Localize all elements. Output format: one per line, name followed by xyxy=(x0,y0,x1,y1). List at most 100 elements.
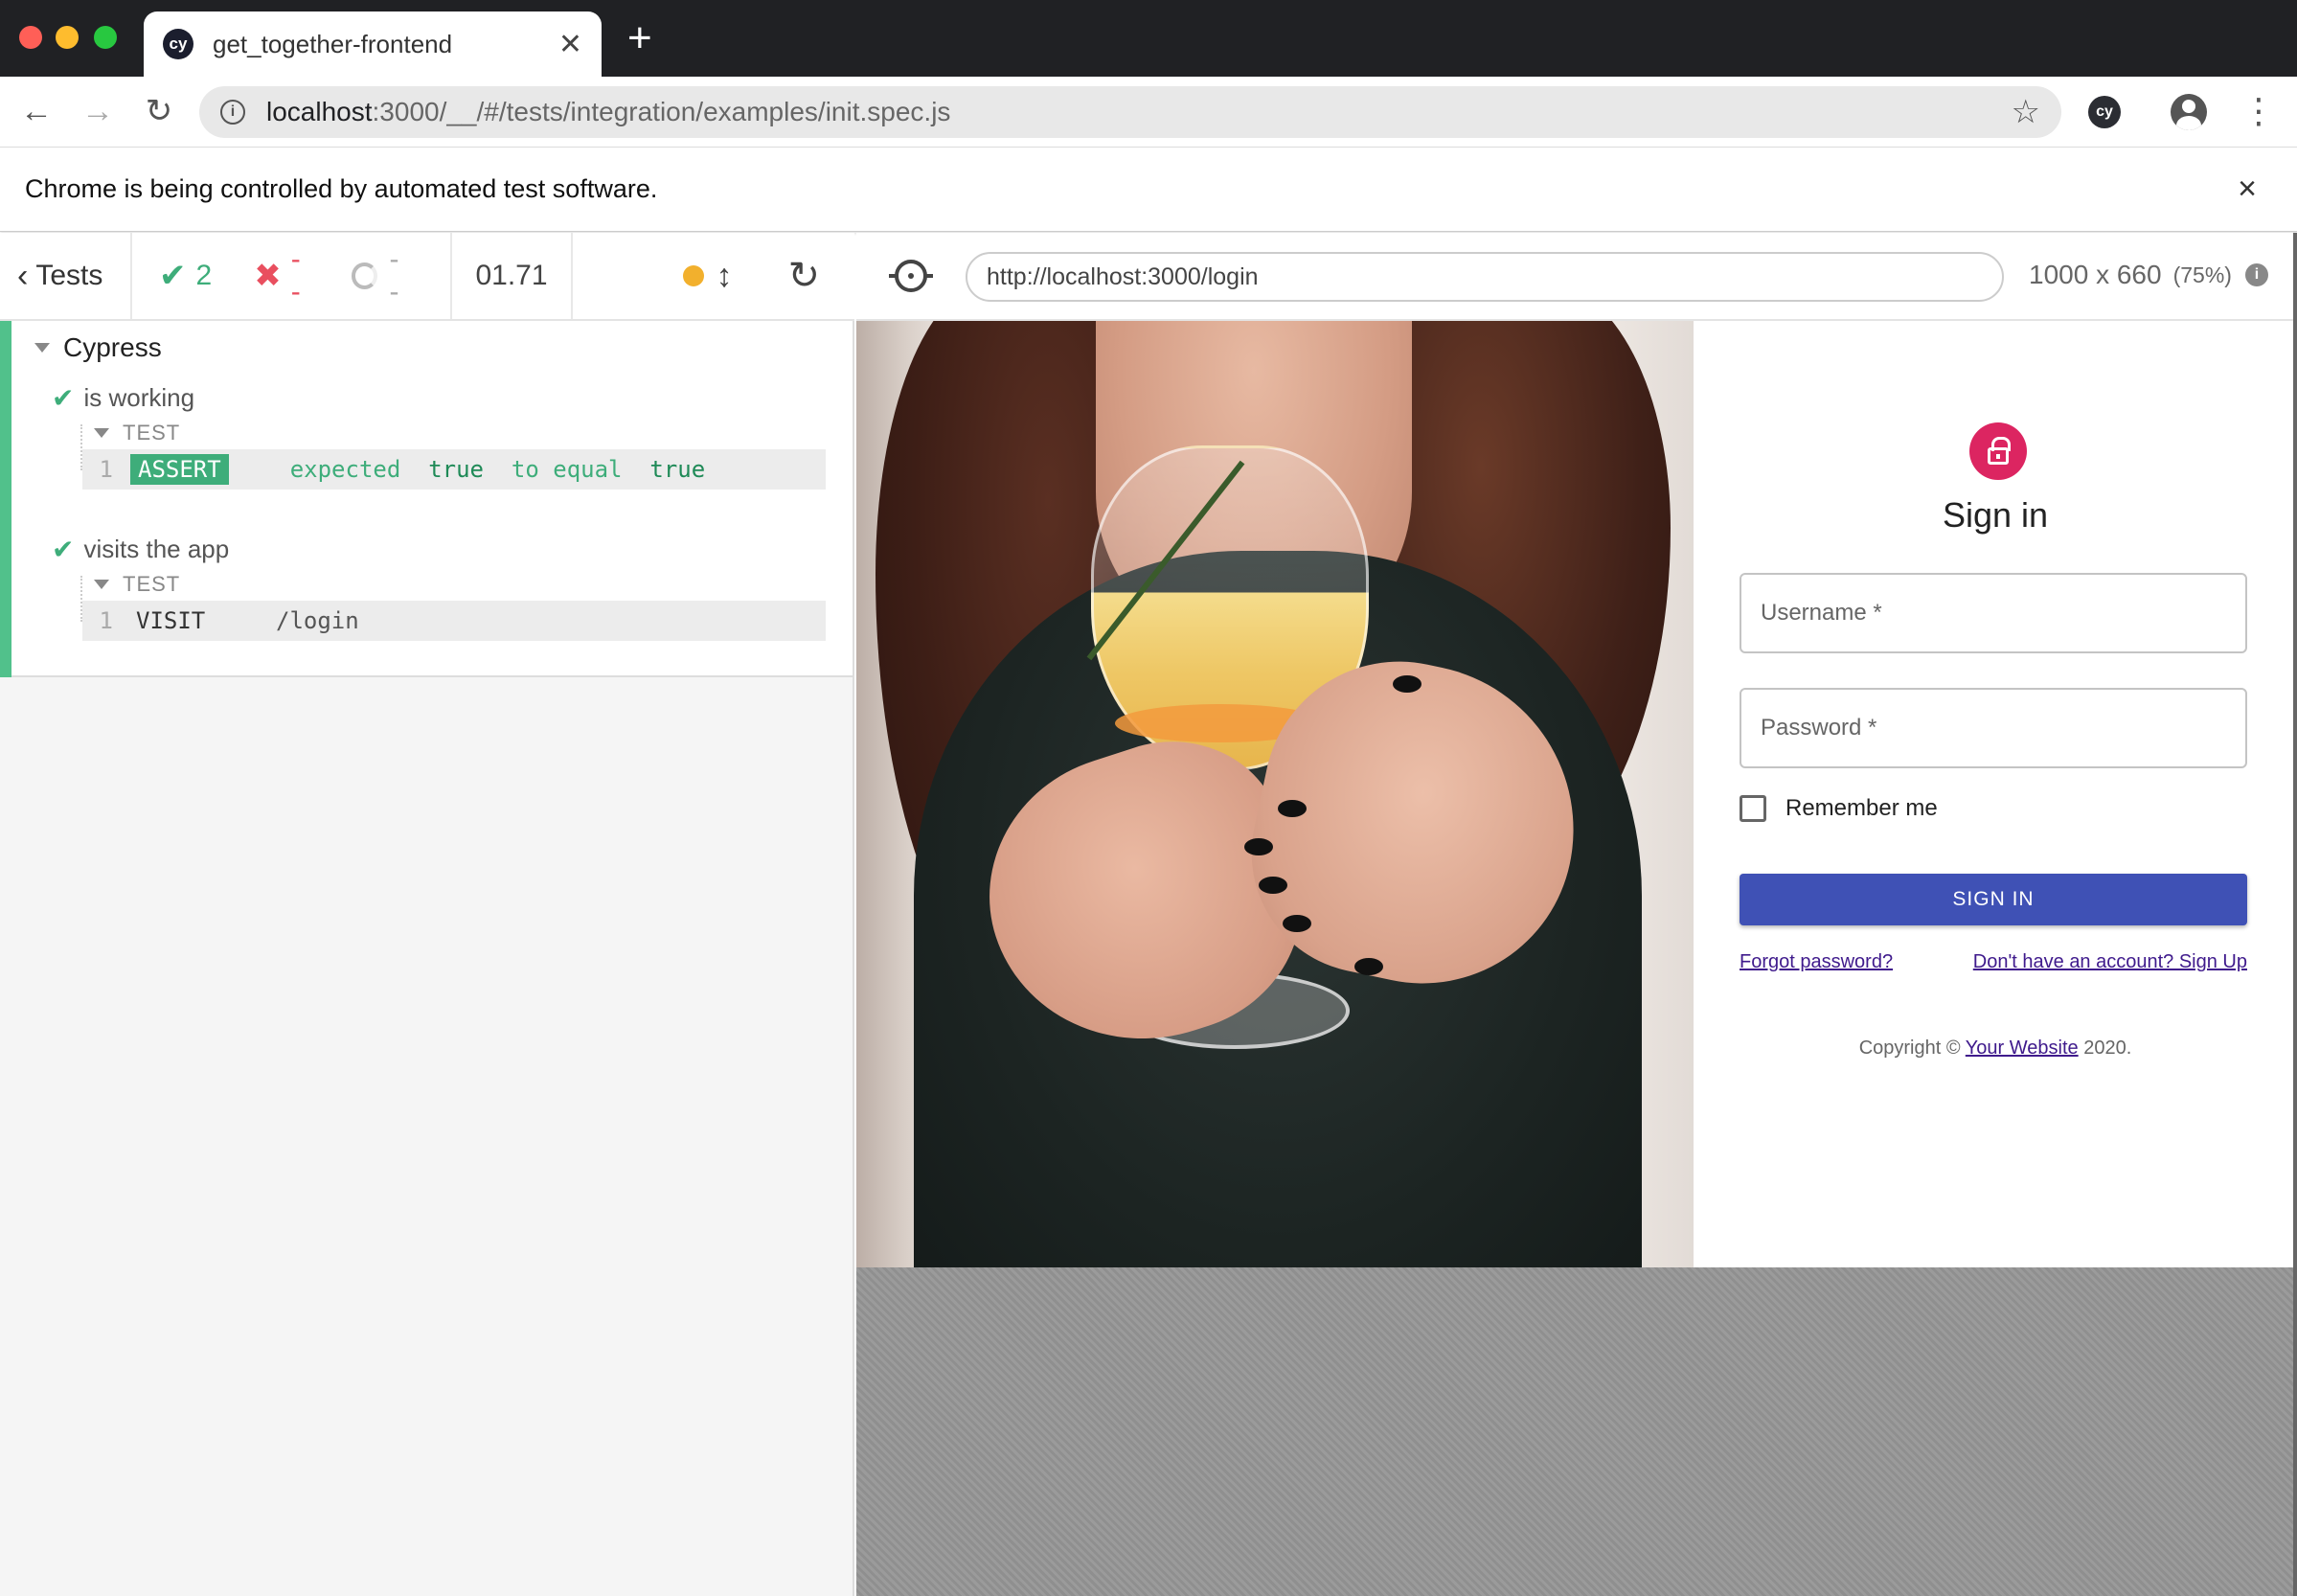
stats: ✔ 2 ✖ -- -- xyxy=(132,233,452,319)
signup-link[interactable]: Don't have an account? Sign Up xyxy=(1973,951,2247,973)
aut-header: http://localhost:3000/login 1000 x 660 (… xyxy=(856,233,2297,321)
command-name: ASSERT xyxy=(130,454,229,485)
remember-label: Remember me xyxy=(1785,795,1938,821)
reporter-header: ‹ Tests ✔ 2 ✖ -- -- 01.71 ↕ ↻ xyxy=(0,233,854,321)
cypress-reporter: ‹ Tests ✔ 2 ✖ -- -- 01.71 ↕ ↻ Cypress ✔ … xyxy=(0,233,854,1596)
pending-stat: -- xyxy=(351,243,408,308)
url-host: localhost xyxy=(266,97,373,126)
duration: 01.71 xyxy=(452,233,573,319)
viewport-dimensions: 1000 x 660 xyxy=(2029,260,2162,289)
runnables-list: Cypress ✔ is working TEST 1 ASSERT expec… xyxy=(0,321,853,677)
pass-indicator-strip xyxy=(0,321,11,677)
aut-iframe: Sign in Remember me SIGN IN Forgot passw… xyxy=(856,321,2297,1267)
hook-title[interactable]: TEST xyxy=(94,421,180,445)
selector-playground-icon[interactable] xyxy=(889,260,933,292)
scroll-icon[interactable]: ↕ xyxy=(716,258,732,295)
photo-detail xyxy=(1393,675,1421,693)
star-icon[interactable]: ☆ xyxy=(2012,93,2040,131)
reload-icon[interactable]: ↻ xyxy=(138,90,180,132)
infobar-message: Chrome is being controlled by automated … xyxy=(25,174,658,203)
msg-part: true xyxy=(428,456,484,483)
remember-checkbox[interactable] xyxy=(1740,795,1766,822)
failed-stat: ✖ -- xyxy=(254,243,309,308)
address-toolbar: ← → ↻ i localhost:3000/__/#/tests/integr… xyxy=(0,77,2297,148)
test-name: visits the app xyxy=(83,535,230,563)
url-path: :3000/__/#/tests/integration/examples/in… xyxy=(372,97,951,126)
aut-url-field[interactable]: http://localhost:3000/login xyxy=(966,252,2004,302)
tests-back-button[interactable]: ‹ Tests xyxy=(0,233,132,319)
menu-icon[interactable]: ⋮ xyxy=(2241,92,2276,130)
check-icon: ✔ xyxy=(52,383,75,413)
msg-part: to equal xyxy=(511,456,623,483)
check-icon: ✔ xyxy=(52,535,75,564)
msg-part: expected xyxy=(289,456,401,483)
caret-down-icon xyxy=(94,428,109,438)
photo-detail xyxy=(1278,800,1307,817)
website-link[interactable]: Your Website xyxy=(1966,1037,2079,1059)
command-row[interactable]: 1 ASSERT expected true to equal true xyxy=(82,449,826,490)
window-zoom-button[interactable] xyxy=(94,26,117,49)
browser-tab[interactable]: cy get_together-frontend ✕ xyxy=(144,11,602,77)
msg-part: true xyxy=(649,456,706,483)
infobar-close-icon[interactable]: × xyxy=(2238,171,2257,208)
copyright-year: 2020. xyxy=(2083,1037,2132,1059)
test-title[interactable]: ✔ is working xyxy=(52,382,194,414)
command-row[interactable]: 1 VISIT /login xyxy=(82,601,826,641)
forgot-password-link[interactable]: Forgot password? xyxy=(1740,951,1893,973)
command-number: 1 xyxy=(99,456,113,483)
spinner-icon xyxy=(351,262,378,289)
window-minimize-button[interactable] xyxy=(56,26,79,49)
tests-label: Tests xyxy=(35,260,103,291)
hook-title[interactable]: TEST xyxy=(94,572,180,597)
window-edge xyxy=(2293,233,2297,1596)
address-bar[interactable]: i localhost:3000/__/#/tests/integration/… xyxy=(199,86,2061,138)
chevron-left-icon: ‹ xyxy=(17,257,29,294)
photo-detail xyxy=(1283,915,1311,932)
info-icon[interactable]: i xyxy=(2244,263,2268,286)
reporter-controls: ↕ ↻ xyxy=(573,233,854,319)
hook-name: TEST xyxy=(123,421,181,445)
site-info-icon[interactable]: i xyxy=(220,100,245,125)
login-panel: Sign in Remember me SIGN IN Forgot passw… xyxy=(1694,321,2297,1267)
hero-photo xyxy=(856,321,1694,1267)
suite-title[interactable]: Cypress xyxy=(34,332,162,363)
viewport-size: 1000 x 660 (75%) i xyxy=(2029,260,2268,290)
test-name: is working xyxy=(83,383,195,412)
photo-detail xyxy=(1244,838,1273,855)
close-tab-icon[interactable]: ✕ xyxy=(558,28,582,61)
command-number: 1 xyxy=(99,607,113,634)
back-icon[interactable]: ← xyxy=(15,90,57,132)
forward-icon[interactable]: → xyxy=(77,90,119,132)
failed-count: -- xyxy=(290,243,301,308)
remember-me[interactable]: Remember me xyxy=(1740,795,1938,822)
cypress-favicon-icon: cy xyxy=(163,29,193,59)
address-url[interactable]: localhost:3000/__/#/tests/integration/ex… xyxy=(266,97,2012,127)
passed-count: 2 xyxy=(195,260,213,291)
window-close-button[interactable] xyxy=(19,26,42,49)
command-message: expected true to equal true xyxy=(290,456,706,483)
signin-title: Sign in xyxy=(1942,495,2049,535)
viewport-scale: (75%) xyxy=(2172,262,2232,287)
passed-stat: ✔ 2 xyxy=(159,257,212,295)
test-title[interactable]: ✔ visits the app xyxy=(52,534,229,565)
command-message: /login xyxy=(276,607,359,634)
photo-detail xyxy=(1259,877,1287,894)
browser-tab-bar: cy get_together-frontend ✕ + xyxy=(0,0,2297,77)
automation-infobar: Chrome is being controlled by automated … xyxy=(0,148,2297,232)
pending-count: -- xyxy=(389,243,399,308)
password-input[interactable] xyxy=(1740,688,2247,768)
command-name: VISIT xyxy=(136,607,206,634)
signin-button[interactable]: SIGN IN xyxy=(1740,874,2247,925)
profile-icon[interactable] xyxy=(2171,94,2207,130)
rerun-icon[interactable]: ↻ xyxy=(787,254,820,298)
x-icon: ✖ xyxy=(254,258,282,294)
copyright: Copyright © Your Website 2020. xyxy=(1694,1037,2297,1060)
new-tab-button[interactable]: + xyxy=(627,17,652,59)
username-input[interactable] xyxy=(1740,573,2247,653)
cypress-extension-icon[interactable]: cy xyxy=(2088,96,2121,128)
tab-title: get_together-frontend xyxy=(213,29,453,58)
caret-down-icon xyxy=(34,343,50,353)
caret-down-icon xyxy=(94,580,109,589)
suite-name: Cypress xyxy=(63,332,162,362)
hook-name: TEST xyxy=(123,572,181,596)
